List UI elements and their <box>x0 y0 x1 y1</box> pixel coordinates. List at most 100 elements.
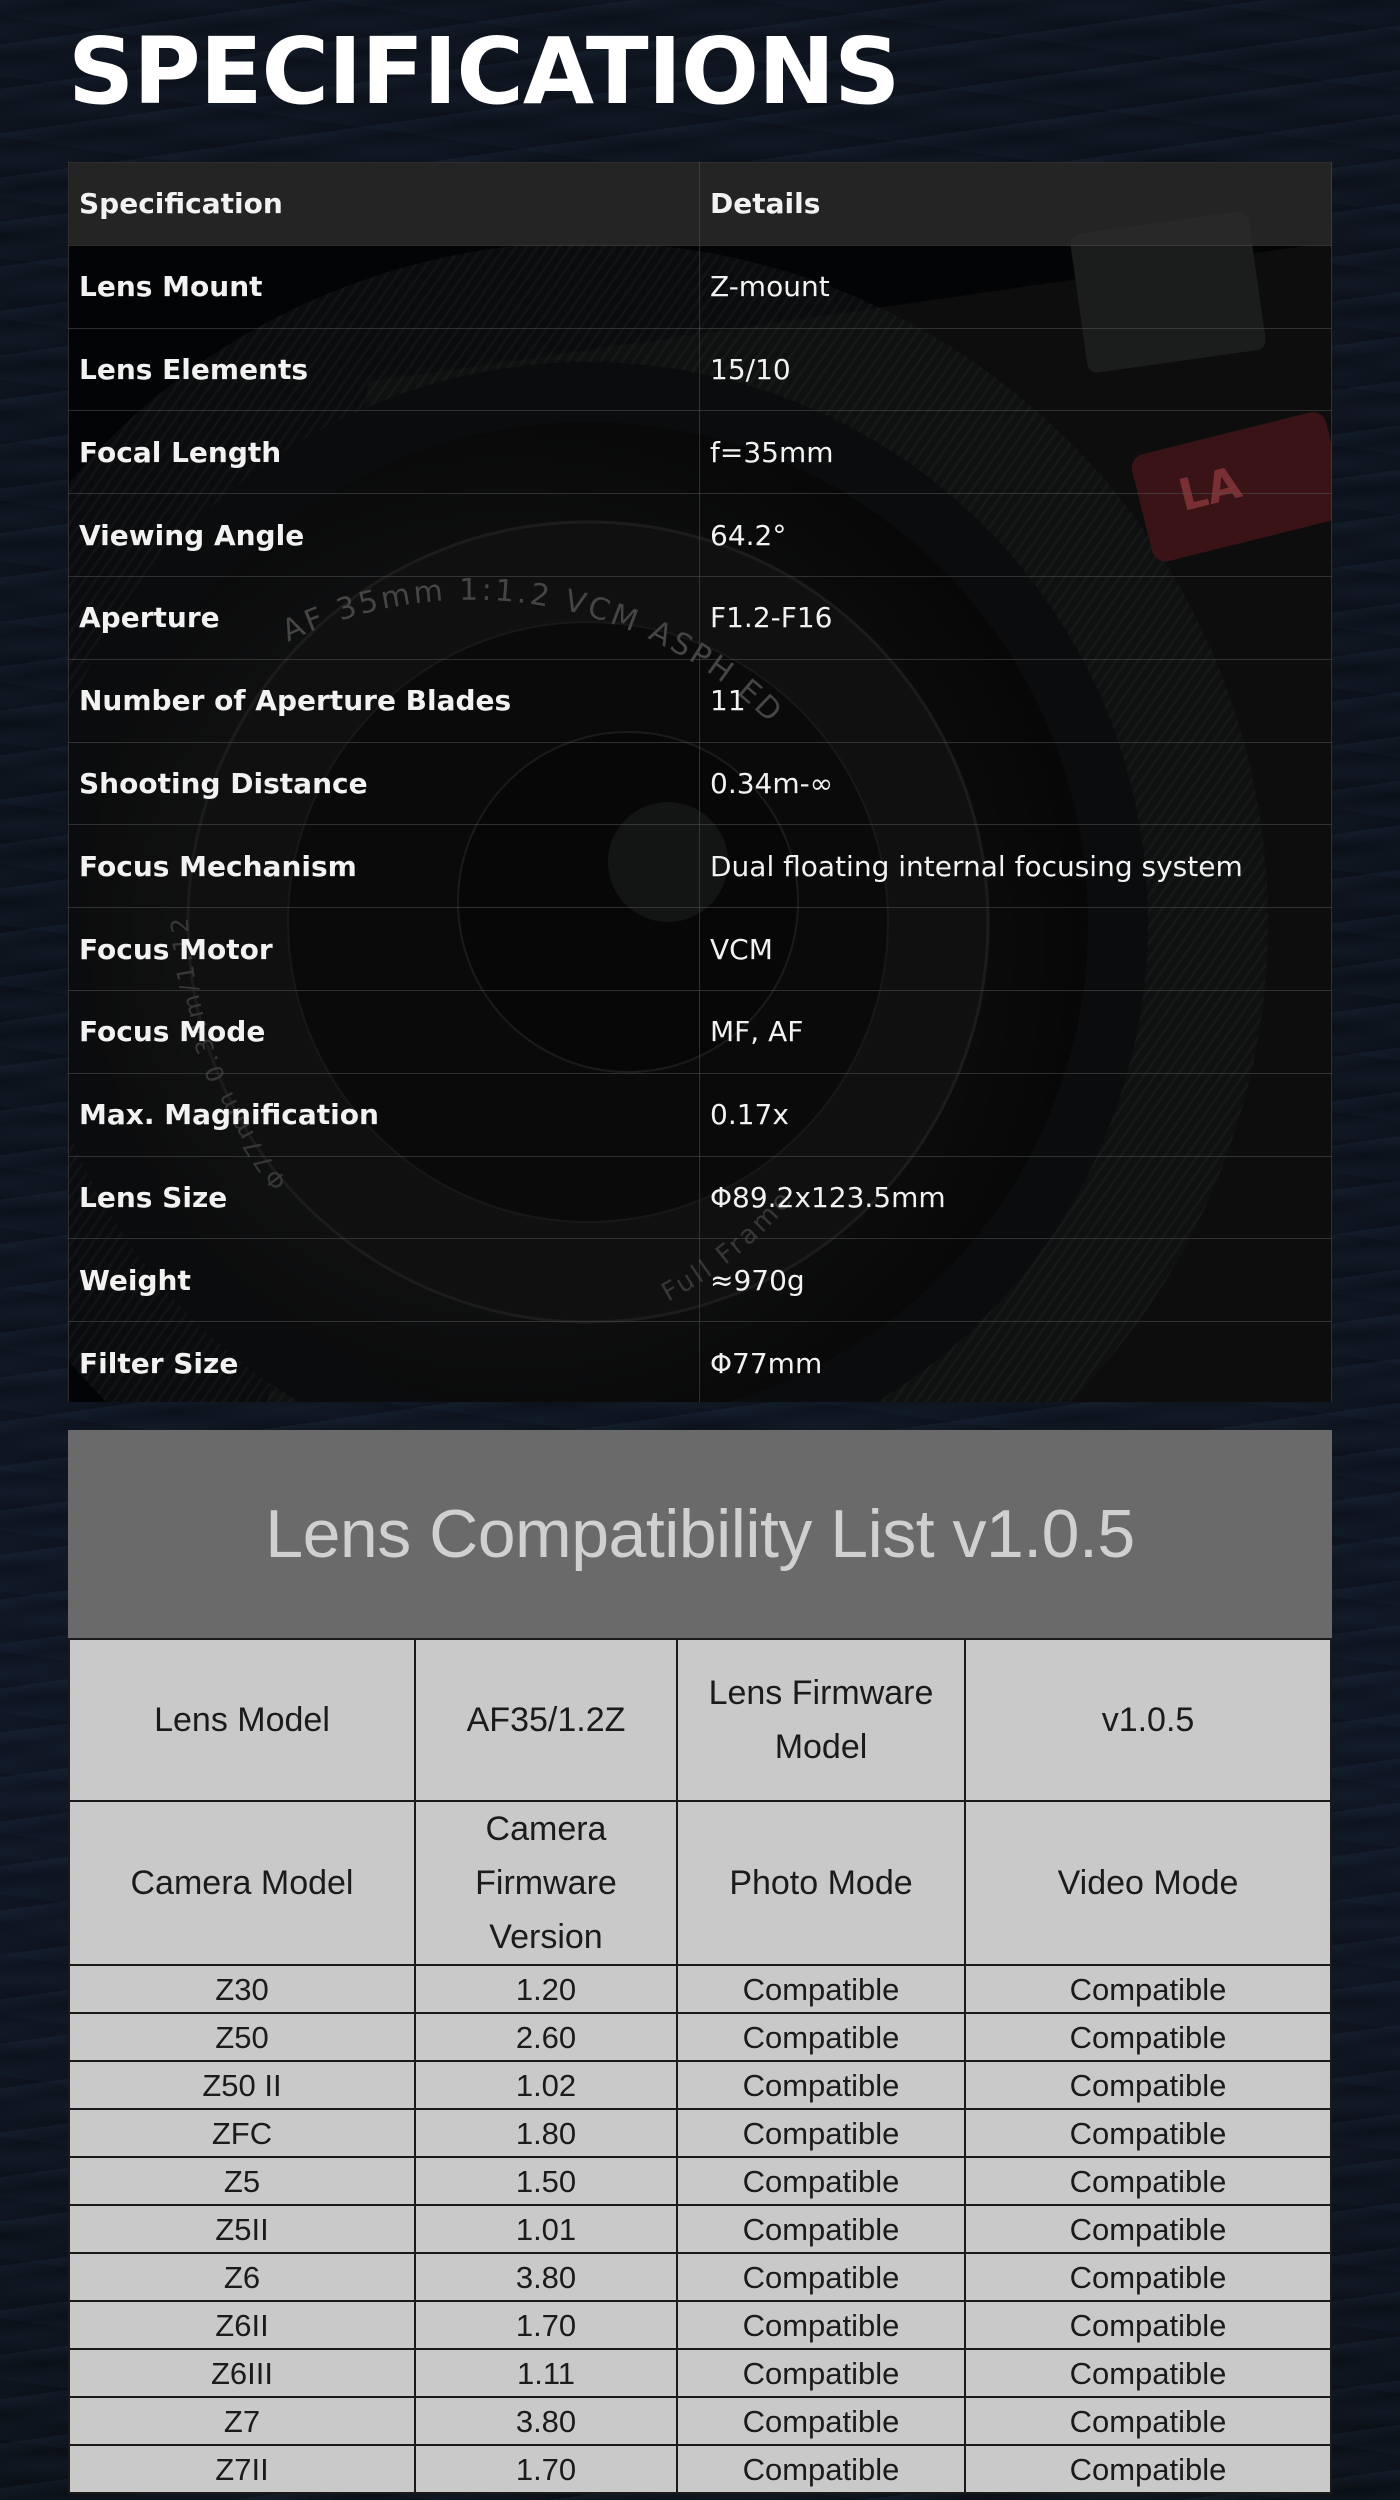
spec-row: Max. Magnification 0.17x <box>68 1072 1332 1157</box>
compat-cell-lens-model-label: Lens Model <box>68 1638 416 1802</box>
video-mode: Compatible <box>964 2204 1332 2254</box>
spec-value: VCM <box>699 907 1332 991</box>
photo-mode: Compatible <box>676 2156 966 2206</box>
camera-model: Z6 <box>68 2252 416 2302</box>
camera-model: Z50 II <box>68 2060 416 2110</box>
compat-col-camera-firmware: Camera Firmware Version <box>414 1800 678 1966</box>
spec-row: Focal Length f=35mm <box>68 410 1332 495</box>
camera-model: Z7II <box>68 2444 416 2494</box>
compat-cell-lens-model: AF35/1.2Z <box>414 1638 678 1802</box>
compat-row: Z7 3.80 Compatible Compatible <box>68 2396 1332 2446</box>
spec-value: ≈970g <box>699 1238 1332 1323</box>
video-mode: Compatible <box>964 2156 1332 2206</box>
spec-value: 11 <box>699 658 1332 743</box>
compat-header-row-columns: Camera Model Camera Firmware Version Pho… <box>68 1800 1332 1966</box>
compat-row: Z30 1.20 Compatible Compatible <box>68 1964 1332 2014</box>
compat-table: Lens Model AF35/1.2Z Lens Firmware Model… <box>68 1638 1332 2494</box>
spec-key: Focus Motor <box>68 907 700 991</box>
video-mode: Compatible <box>964 2444 1332 2494</box>
camera-model: Z30 <box>68 1964 416 2014</box>
compat-col-photo-mode: Photo Mode <box>676 1800 966 1966</box>
spec-header-specification: Specification <box>68 162 700 246</box>
photo-mode: Compatible <box>676 2444 966 2494</box>
spec-value: Dual floating internal focusing system <box>699 824 1332 909</box>
photo-mode: Compatible <box>676 1964 966 2014</box>
camera-firmware: 3.80 <box>414 2252 678 2302</box>
spec-table-container: LA AF 35mm 1:1.2 VCM ASPH ED IF Φ77mm 0.… <box>68 162 1332 1402</box>
spec-value: 0.17x <box>699 1072 1332 1157</box>
spec-value: 0.34m-∞ <box>699 741 1332 826</box>
spec-key: Number of Aperture Blades <box>68 658 700 743</box>
spec-key: Focus Mechanism <box>68 824 700 909</box>
camera-firmware: 1.70 <box>414 2444 678 2494</box>
photo-mode: Compatible <box>676 2108 966 2158</box>
camera-model: Z50 <box>68 2012 416 2062</box>
spec-value: f=35mm <box>699 410 1332 495</box>
compat-cell-firmware-label: Lens Firmware Model <box>676 1638 966 1802</box>
compat-header-row-lens: Lens Model AF35/1.2Z Lens Firmware Model… <box>68 1638 1332 1802</box>
video-mode: Compatible <box>964 2060 1332 2110</box>
camera-firmware: 1.80 <box>414 2108 678 2158</box>
video-mode: Compatible <box>964 2108 1332 2158</box>
spec-row: Focus Motor VCM <box>68 907 1332 991</box>
spec-row: Shooting Distance 0.34m-∞ <box>68 741 1332 826</box>
spec-header-row: Specification Details <box>68 162 1332 246</box>
camera-firmware: 3.80 <box>414 2396 678 2446</box>
compat-title-banner: Lens Compatibility List v1.0.5 <box>68 1430 1332 1638</box>
video-mode: Compatible <box>964 2300 1332 2350</box>
spec-row: Filter Size Φ77mm <box>68 1321 1332 1402</box>
compat-row: Z6 3.80 Compatible Compatible <box>68 2252 1332 2302</box>
camera-model: Z5II <box>68 2204 416 2254</box>
compat-row: Z7II 1.70 Compatible Compatible <box>68 2444 1332 2494</box>
photo-mode: Compatible <box>676 2012 966 2062</box>
spec-key: Aperture <box>68 575 700 660</box>
spec-row: Lens Mount Z-mount <box>68 244 1332 329</box>
compat-row: Z5 1.50 Compatible Compatible <box>68 2156 1332 2206</box>
spec-key: Max. Magnification <box>68 1072 700 1157</box>
spec-row: Focus Mode MF, AF <box>68 989 1332 1074</box>
spec-key: Filter Size <box>68 1321 700 1402</box>
spec-key: Focal Length <box>68 410 700 495</box>
camera-firmware: 1.70 <box>414 2300 678 2350</box>
page-title: SPECIFICATIONS <box>68 18 900 125</box>
spec-header-details: Details <box>699 162 1332 246</box>
spec-row: Lens Size Φ89.2x123.5mm <box>68 1155 1332 1240</box>
camera-firmware: 1.50 <box>414 2156 678 2206</box>
spec-value: 64.2° <box>699 493 1332 577</box>
video-mode: Compatible <box>964 2396 1332 2446</box>
spec-key: Lens Size <box>68 1155 700 1240</box>
camera-model: Z6II <box>68 2300 416 2350</box>
compat-row: Z50 II 1.02 Compatible Compatible <box>68 2060 1332 2110</box>
spec-value: 15/10 <box>699 327 1332 412</box>
spec-value: Φ89.2x123.5mm <box>699 1155 1332 1240</box>
spec-row: Aperture F1.2-F16 <box>68 575 1332 660</box>
spec-value: Φ77mm <box>699 1321 1332 1402</box>
spec-key: Lens Elements <box>68 327 700 412</box>
camera-firmware: 1.20 <box>414 1964 678 2014</box>
camera-firmware: 2.60 <box>414 2012 678 2062</box>
photo-mode: Compatible <box>676 2300 966 2350</box>
video-mode: Compatible <box>964 2348 1332 2398</box>
photo-mode: Compatible <box>676 2252 966 2302</box>
spec-key: Focus Mode <box>68 989 700 1074</box>
compat-col-video-mode: Video Mode <box>964 1800 1332 1966</box>
compat-cell-firmware-version: v1.0.5 <box>964 1638 1332 1802</box>
camera-model: ZFC <box>68 2108 416 2158</box>
camera-firmware: 1.11 <box>414 2348 678 2398</box>
compat-row: Z6III 1.11 Compatible Compatible <box>68 2348 1332 2398</box>
compat-col-camera-model: Camera Model <box>68 1800 416 1966</box>
spec-table: Specification Details Lens Mount Z-mount … <box>68 162 1332 1402</box>
photo-mode: Compatible <box>676 2396 966 2446</box>
spec-value: F1.2-F16 <box>699 575 1332 660</box>
spec-row: Number of Aperture Blades 11 <box>68 658 1332 743</box>
photo-mode: Compatible <box>676 2348 966 2398</box>
spec-row: Weight ≈970g <box>68 1238 1332 1323</box>
photo-mode: Compatible <box>676 2204 966 2254</box>
spec-row: Viewing Angle 64.2° <box>68 493 1332 577</box>
spec-key: Weight <box>68 1238 700 1323</box>
compat-row: Z5II 1.01 Compatible Compatible <box>68 2204 1332 2254</box>
compat-title: Lens Compatibility List v1.0.5 <box>265 1496 1135 1572</box>
video-mode: Compatible <box>964 1964 1332 2014</box>
video-mode: Compatible <box>964 2012 1332 2062</box>
camera-model: Z7 <box>68 2396 416 2446</box>
